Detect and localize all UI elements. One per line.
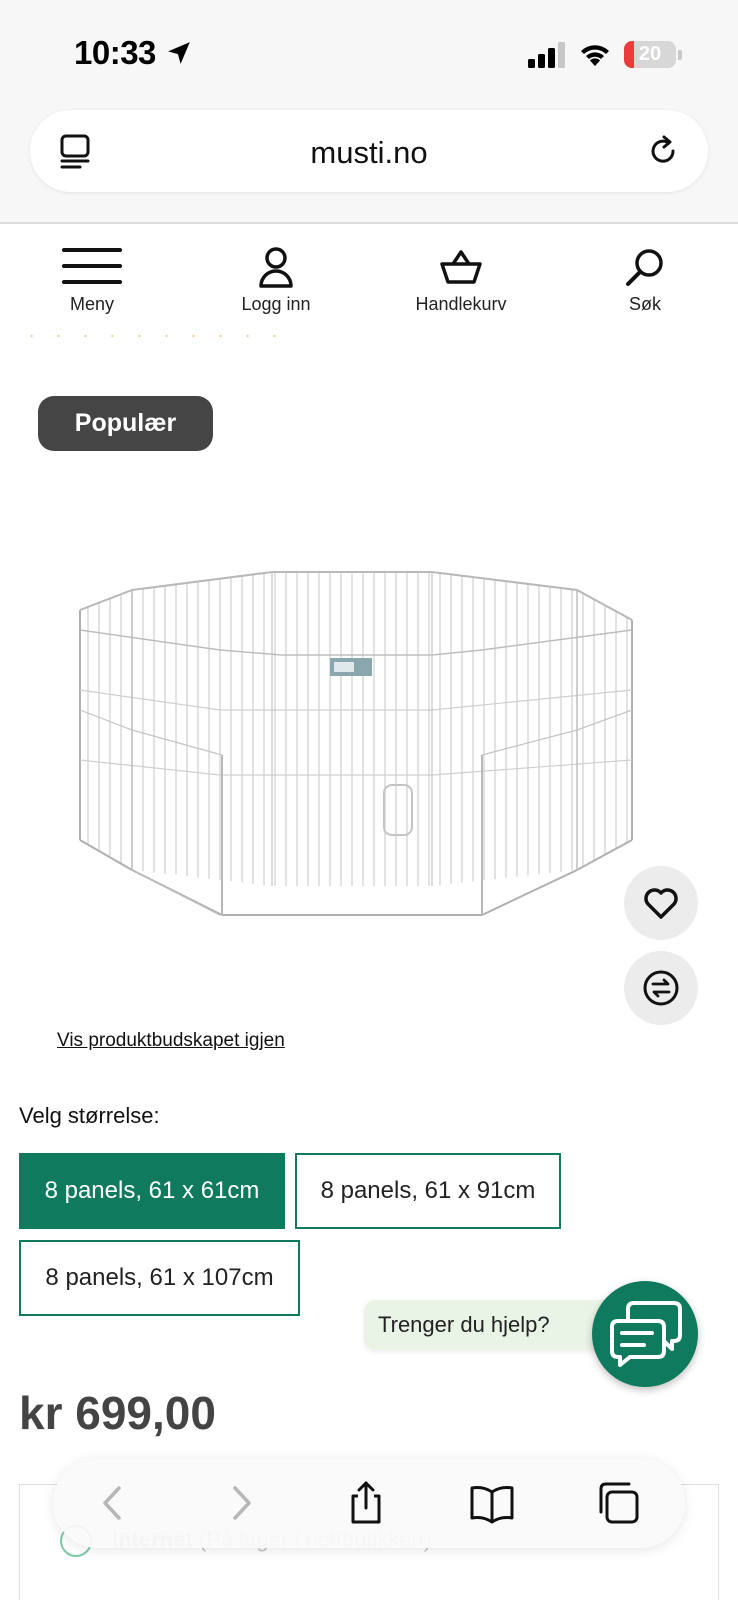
wifi-icon (581, 45, 609, 66)
heart-icon (644, 888, 678, 919)
size-option-61x91[interactable]: 8 panels, 61 x 91cm (295, 1153, 561, 1229)
nav-menu-label: Meny (69, 294, 114, 314)
chat-button[interactable] (592, 1281, 698, 1387)
forward-icon[interactable] (217, 1480, 263, 1526)
size-option-61x61[interactable]: 8 panels, 61 x 61cm (19, 1153, 285, 1229)
size-option-61x107[interactable]: 8 panels, 61 x 107cm (19, 1240, 300, 1316)
browser-toolbar (53, 1458, 685, 1548)
battery-icon: 20 (624, 41, 676, 68)
status-bar: 10:33 20 (0, 0, 738, 100)
bookmarks-icon[interactable] (469, 1480, 515, 1526)
search-icon (626, 249, 663, 286)
popular-badge: Populær (38, 396, 213, 451)
nav-login-label: Logg inn (241, 294, 311, 314)
basket-icon (440, 250, 482, 284)
nav-search-label: Søk (628, 294, 661, 314)
url-text[interactable]: musti.no (30, 135, 708, 171)
status-time: 10:33 (74, 34, 156, 71)
nav-login[interactable]: Logg inn (206, 246, 346, 315)
tabs-icon[interactable] (595, 1480, 641, 1526)
compare-button[interactable] (624, 951, 698, 1025)
browser-address-area: musti.no (0, 96, 738, 224)
help-bubble[interactable]: Trenger du hjelp? (364, 1300, 614, 1350)
reload-icon[interactable] (646, 134, 680, 168)
show-product-message-link[interactable]: Vis produktbudskapet igjen (57, 1030, 285, 1052)
size-label: Velg størrelse: (19, 1103, 160, 1128)
chat-icon (610, 1301, 682, 1367)
back-icon[interactable] (91, 1480, 137, 1526)
cellular-signal-icon (528, 42, 565, 68)
playpen-product-image[interactable] (72, 570, 652, 950)
nav-cart[interactable]: Handlekurv (391, 246, 531, 315)
share-icon[interactable] (343, 1480, 389, 1526)
favorite-button[interactable] (624, 866, 698, 940)
battery-percent: 20 (638, 43, 662, 65)
compare-icon (643, 970, 679, 1006)
nav-menu[interactable]: Meny (22, 246, 162, 315)
decorative-dots (18, 334, 278, 338)
user-icon (259, 247, 293, 288)
address-bar[interactable]: musti.no (30, 110, 708, 192)
site-nav: Meny Logg inn Handlekurv Søk (0, 226, 738, 326)
location-arrow-icon (168, 42, 190, 64)
hamburger-menu-icon (62, 248, 122, 284)
battery-nub (678, 50, 682, 60)
nav-search[interactable]: Søk (575, 246, 715, 315)
product-price: kr 699,00 (19, 1387, 216, 1439)
nav-cart-label: Handlekurv (415, 294, 507, 314)
